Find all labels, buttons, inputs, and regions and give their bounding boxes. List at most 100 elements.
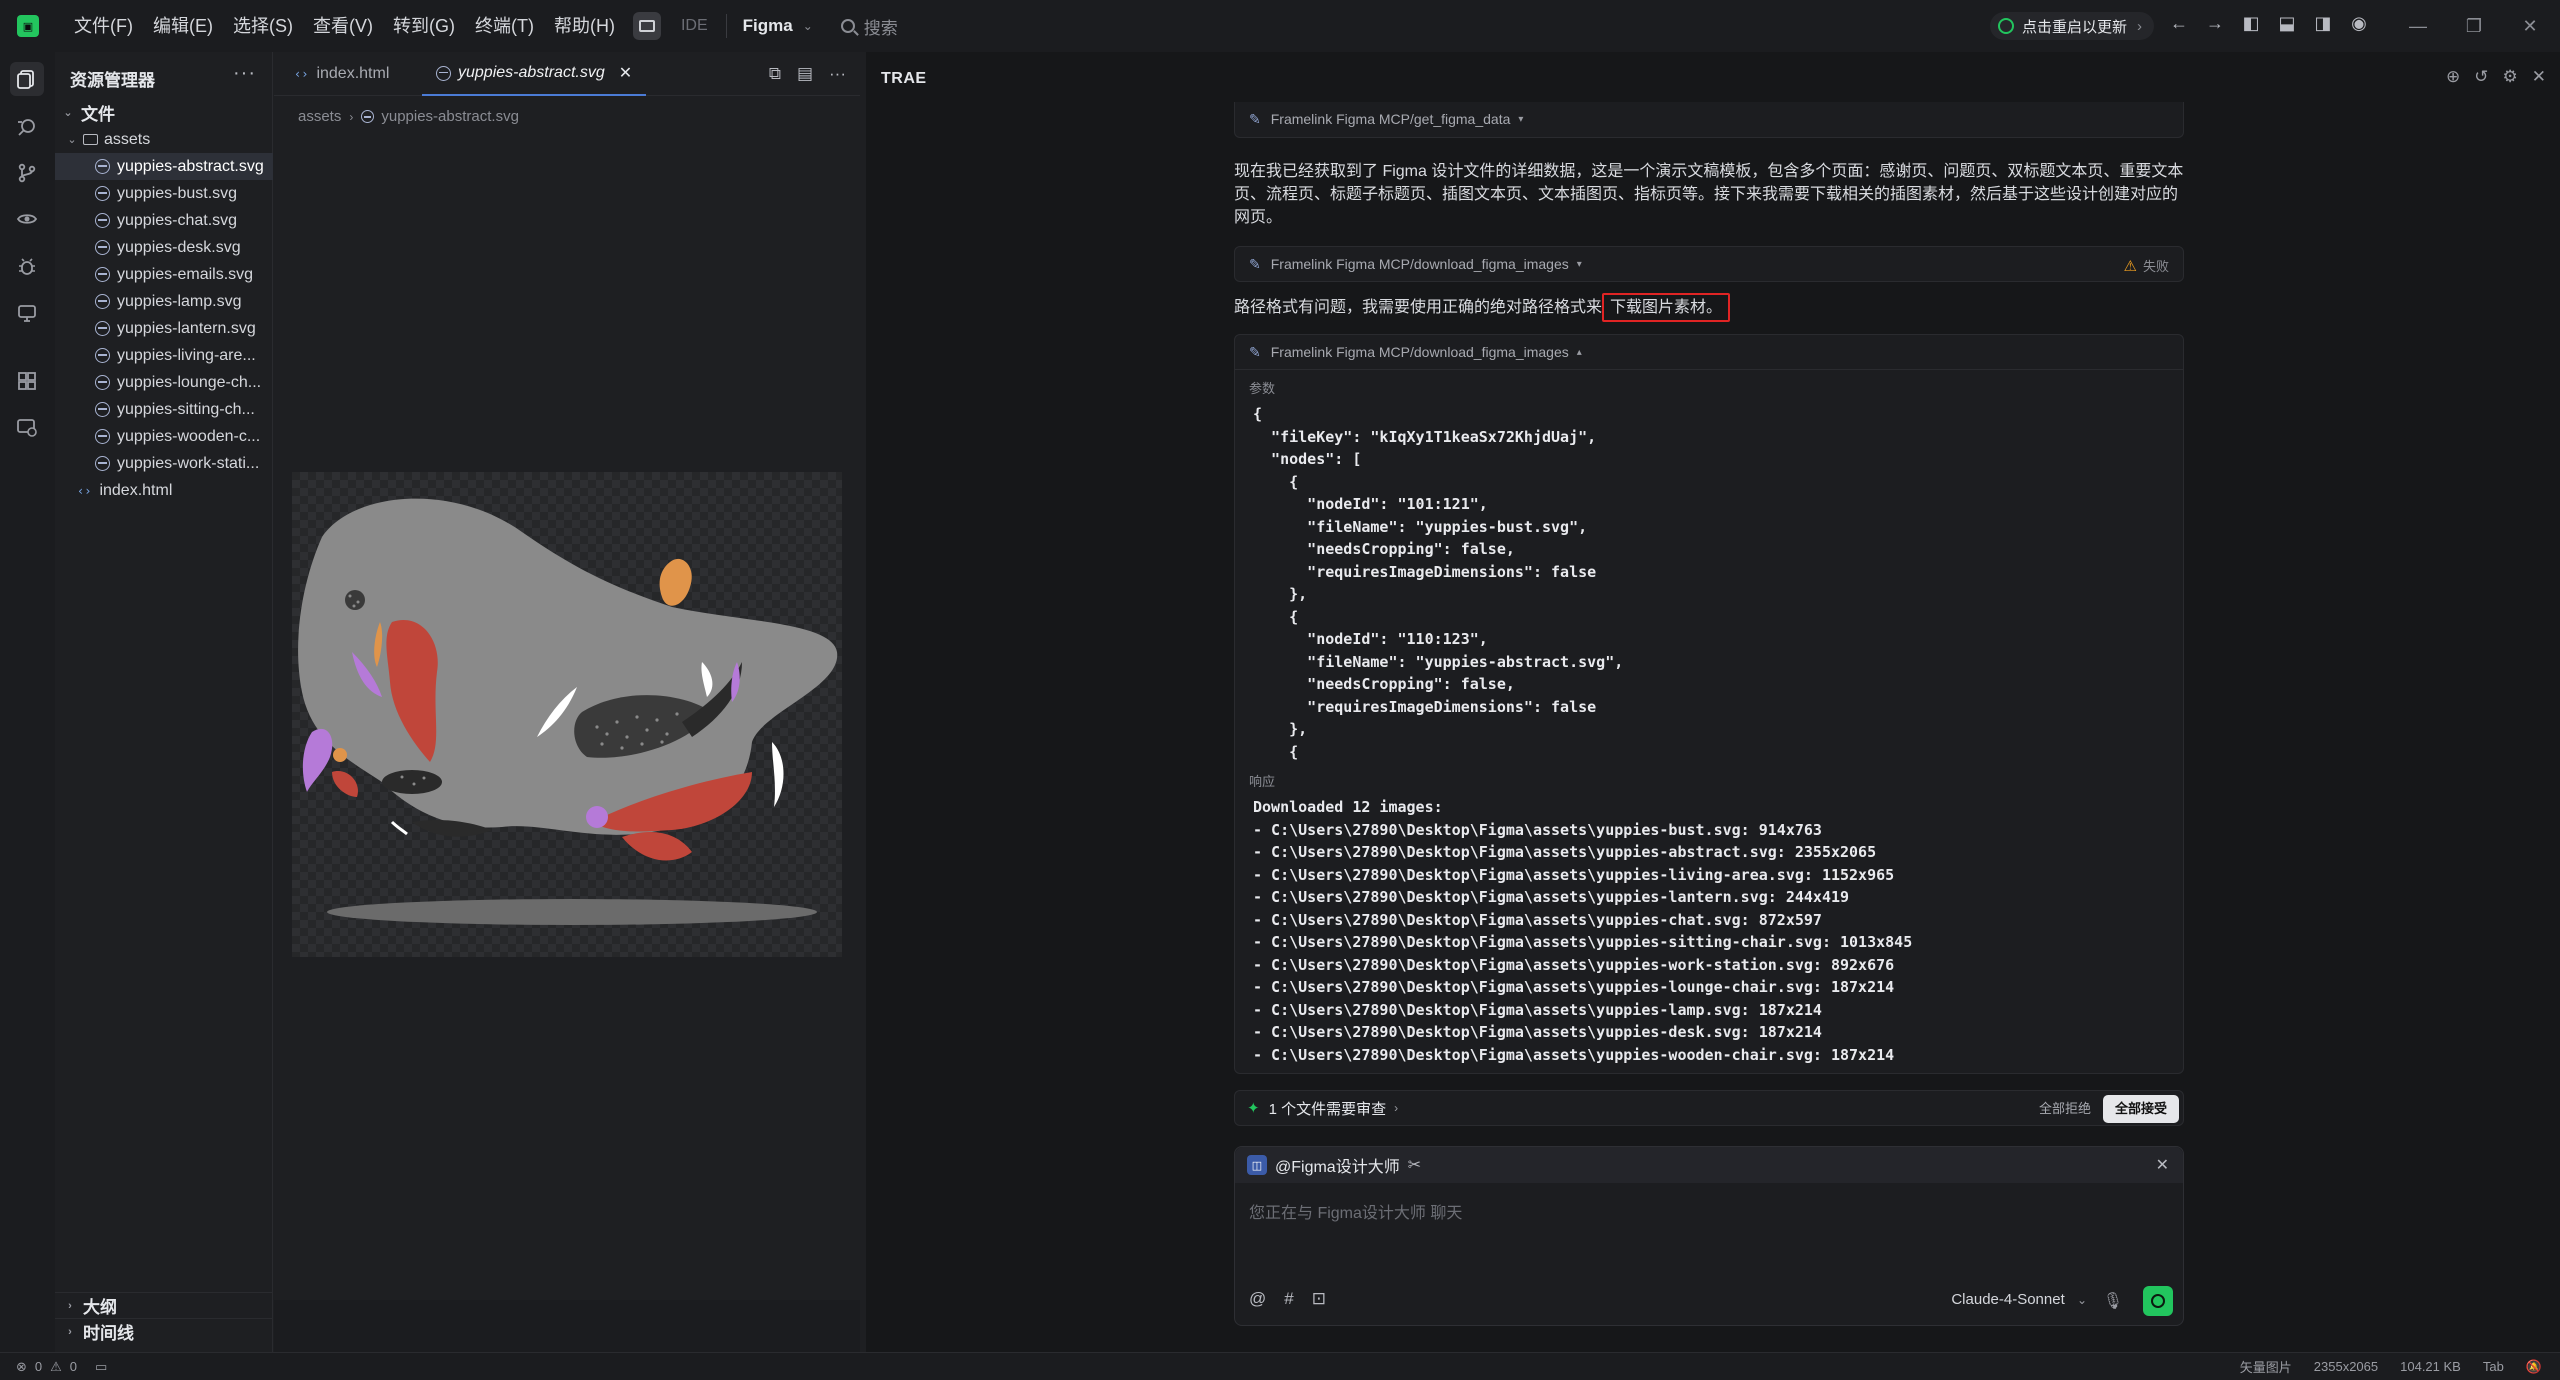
chevron-right-icon[interactable]: › (1394, 1101, 1398, 1115)
ide-mode-toggle[interactable]: IDE (673, 15, 716, 37)
file-label: yuppies-abstract.svg (117, 157, 264, 175)
tree-file[interactable]: yuppies-living-are... (55, 342, 273, 369)
tree-file[interactable]: yuppies-lantern.svg (55, 315, 273, 342)
toggle-panel-icon[interactable]: ⬓ (2276, 12, 2298, 34)
image-upload-icon[interactable]: ⊡ (1312, 1289, 1326, 1309)
abstract-illustration (298, 498, 838, 925)
search-icon[interactable] (10, 110, 44, 144)
chat-input[interactable]: 您正在与 Figma设计大师 聊天 (1249, 1199, 1462, 1223)
menu-goto[interactable]: 转到(G) (383, 8, 465, 44)
accept-all-button[interactable]: 全部接受 (2102, 1095, 2179, 1123)
tree-folder-assets[interactable]: ⌄ assets (55, 126, 273, 153)
new-chat-icon[interactable]: ⊕ (2446, 67, 2460, 87)
open-changes-icon[interactable]: ⧉ (769, 64, 781, 84)
send-button[interactable] (2143, 1286, 2173, 1316)
menu-view[interactable]: 查看(V) (303, 8, 383, 44)
minimize-icon[interactable]: — (2390, 0, 2446, 52)
menu-terminal[interactable]: 终端(T) (465, 8, 544, 44)
more-actions-icon[interactable]: ··· (233, 62, 256, 85)
tree-file[interactable]: yuppies-lounge-ch... (55, 369, 273, 396)
tool-call-download-images-failed[interactable]: ✎ Framelink Figma MCP/download_figma_ima… (1234, 246, 2184, 282)
tool-call-name: Framelink Figma MCP/get_figma_data (1270, 111, 1511, 127)
tree-file[interactable]: yuppies-chat.svg (55, 207, 273, 234)
search-input[interactable]: 搜索 (840, 14, 898, 39)
close-tab-icon[interactable]: ✕ (619, 63, 632, 83)
tool-call-header[interactable]: ✎ Framelink Figma MCP/download_figma_ima… (1235, 247, 2183, 281)
remote-monitor-icon[interactable] (10, 296, 44, 330)
response-label: 响应 (1249, 774, 1276, 789)
debug-icon[interactable] (10, 250, 44, 284)
solo-mode-toggle[interactable] (632, 12, 661, 40)
notifications-bell-icon[interactable]: 🔕 (2526, 1359, 2542, 1375)
message-text: 路径格式有问题，我需要使用正确的绝对路径格式来 (1234, 299, 1603, 316)
preview-eye-icon[interactable] (10, 202, 44, 236)
tab-yuppies-abstract[interactable]: yuppies-abstract.svg ✕ (422, 52, 647, 96)
tree-file[interactable]: yuppies-work-stati... (55, 450, 273, 477)
menu-help[interactable]: 帮助(H) (544, 8, 625, 44)
menu-file[interactable]: 文件(F) (64, 8, 143, 44)
tools-icon: ✂ (1407, 1157, 1422, 1174)
breadcrumb-item[interactable]: assets (298, 108, 341, 125)
model-selector[interactable]: Claude-4-Sonnet ⌄ (1951, 1291, 2087, 1308)
hashtag-icon[interactable]: # (1284, 1289, 1293, 1309)
split-editor-icon[interactable]: ▤ (797, 64, 813, 84)
tool-call-body: 参数 { "fileKey": "kIqXy1T1keaSx72KhjdUaj"… (1235, 369, 2183, 1066)
timeline-section[interactable]: › 时间线 (55, 1318, 273, 1344)
toggle-right-panel-icon[interactable]: ◨ (2312, 12, 2334, 34)
chevron-down-icon[interactable]: ⌄ (803, 19, 813, 33)
project-name[interactable]: Figma (743, 16, 793, 36)
tree-file[interactable]: yuppies-emails.svg (55, 261, 273, 288)
agent-avatar-icon: ◫ (1247, 1155, 1267, 1175)
tool-call-get-figma-data[interactable]: ✎ Framelink Figma MCP/get_figma_data ▾ (1234, 102, 2184, 138)
tree-file[interactable]: yuppies-sitting-ch... (55, 396, 273, 423)
breadcrumb-item[interactable]: yuppies-abstract.svg (381, 108, 519, 125)
restore-icon[interactable]: ❐ (2446, 0, 2502, 52)
account-icon[interactable]: ◉ (2348, 12, 2370, 34)
tree-file[interactable]: yuppies-bust.svg (55, 180, 273, 207)
tool-call-header[interactable]: ✎ Framelink Figma MCP/download_figma_ima… (1235, 335, 2183, 369)
forward-arrow-icon[interactable]: → (2204, 12, 2226, 34)
status-bar-right: 矢量图片 2355x2065 104.21 KB Tab 🔕 (2240, 1357, 2542, 1376)
agent-name: @Figma设计大师 (1275, 1159, 1400, 1176)
remote-explorer-icon[interactable] (10, 410, 44, 444)
model-label: Claude-4-Sonnet (1951, 1291, 2065, 1308)
warning-count: 0 (69, 1359, 78, 1374)
mention-icon[interactable]: @ (1249, 1289, 1266, 1309)
restart-update-button[interactable]: 点击重启以更新 › (1990, 12, 2155, 40)
tree-root-files[interactable]: ⌄ 文件 (55, 99, 273, 126)
terminal-icon[interactable]: ▭ (95, 1359, 107, 1375)
tree-file[interactable]: yuppies-desk.svg (55, 234, 273, 261)
explorer-icon[interactable] (10, 62, 44, 96)
source-control-icon[interactable] (10, 156, 44, 190)
microphone-icon[interactable]: 🎙 (2103, 1291, 2123, 1311)
chat-input-box: ◫ @Figma设计大师 ✂ ✕ 您正在与 Figma设计大师 聊天 @ # ⊡… (1234, 1146, 2184, 1326)
history-icon[interactable]: ↺ (2474, 67, 2488, 87)
extensions-icon[interactable] (10, 364, 44, 398)
editor-bottom-area (274, 1300, 860, 1352)
close-icon[interactable]: ✕ (2532, 67, 2546, 87)
response-code: Downloaded 12 images: - C:\Users\27890\D… (1253, 798, 1913, 1064)
reject-all-button[interactable]: 全部拒绝 (2029, 1097, 2101, 1121)
breadcrumb: assets › yuppies-abstract.svg (298, 108, 519, 125)
tree-file[interactable]: yuppies-lamp.svg (55, 288, 273, 315)
folder-label: assets (104, 130, 151, 148)
close-window-icon[interactable]: ✕ (2502, 0, 2558, 52)
menu-edit[interactable]: 编辑(E) (143, 8, 223, 44)
review-text[interactable]: 1 个文件需要审查 (1269, 1098, 1387, 1119)
outline-section[interactable]: › 大纲 (55, 1292, 273, 1318)
settings-gear-icon[interactable]: ⚙ (2503, 67, 2518, 87)
tree-file-index[interactable]: ‹› index.html (55, 477, 273, 504)
ai-chat-panel: TRAE ⊕ ↺ ⚙ ✕ ✎ Framelink Figma MCP/get_f… (866, 52, 2560, 1352)
tab-index-html[interactable]: ‹› index.html (280, 52, 403, 96)
menu-selection[interactable]: 选择(S) (223, 8, 303, 44)
problems-indicator[interactable]: ⊗ 0 ⚠ 0 ▭ (16, 1359, 107, 1375)
tree-file[interactable]: yuppies-abstract.svg (55, 153, 273, 180)
back-arrow-icon[interactable]: ← (2168, 12, 2190, 34)
tree-file[interactable]: yuppies-wooden-c... (55, 423, 273, 450)
toggle-sidebar-icon[interactable]: ◧ (2240, 12, 2262, 34)
more-actions-icon[interactable]: ··· (829, 64, 846, 84)
tool-call-header[interactable]: ✎ Framelink Figma MCP/get_figma_data ▾ (1235, 102, 2183, 136)
indentation[interactable]: Tab (2483, 1359, 2504, 1374)
svg-file-icon (436, 65, 451, 81)
close-agent-icon[interactable]: ✕ (2156, 1155, 2169, 1175)
